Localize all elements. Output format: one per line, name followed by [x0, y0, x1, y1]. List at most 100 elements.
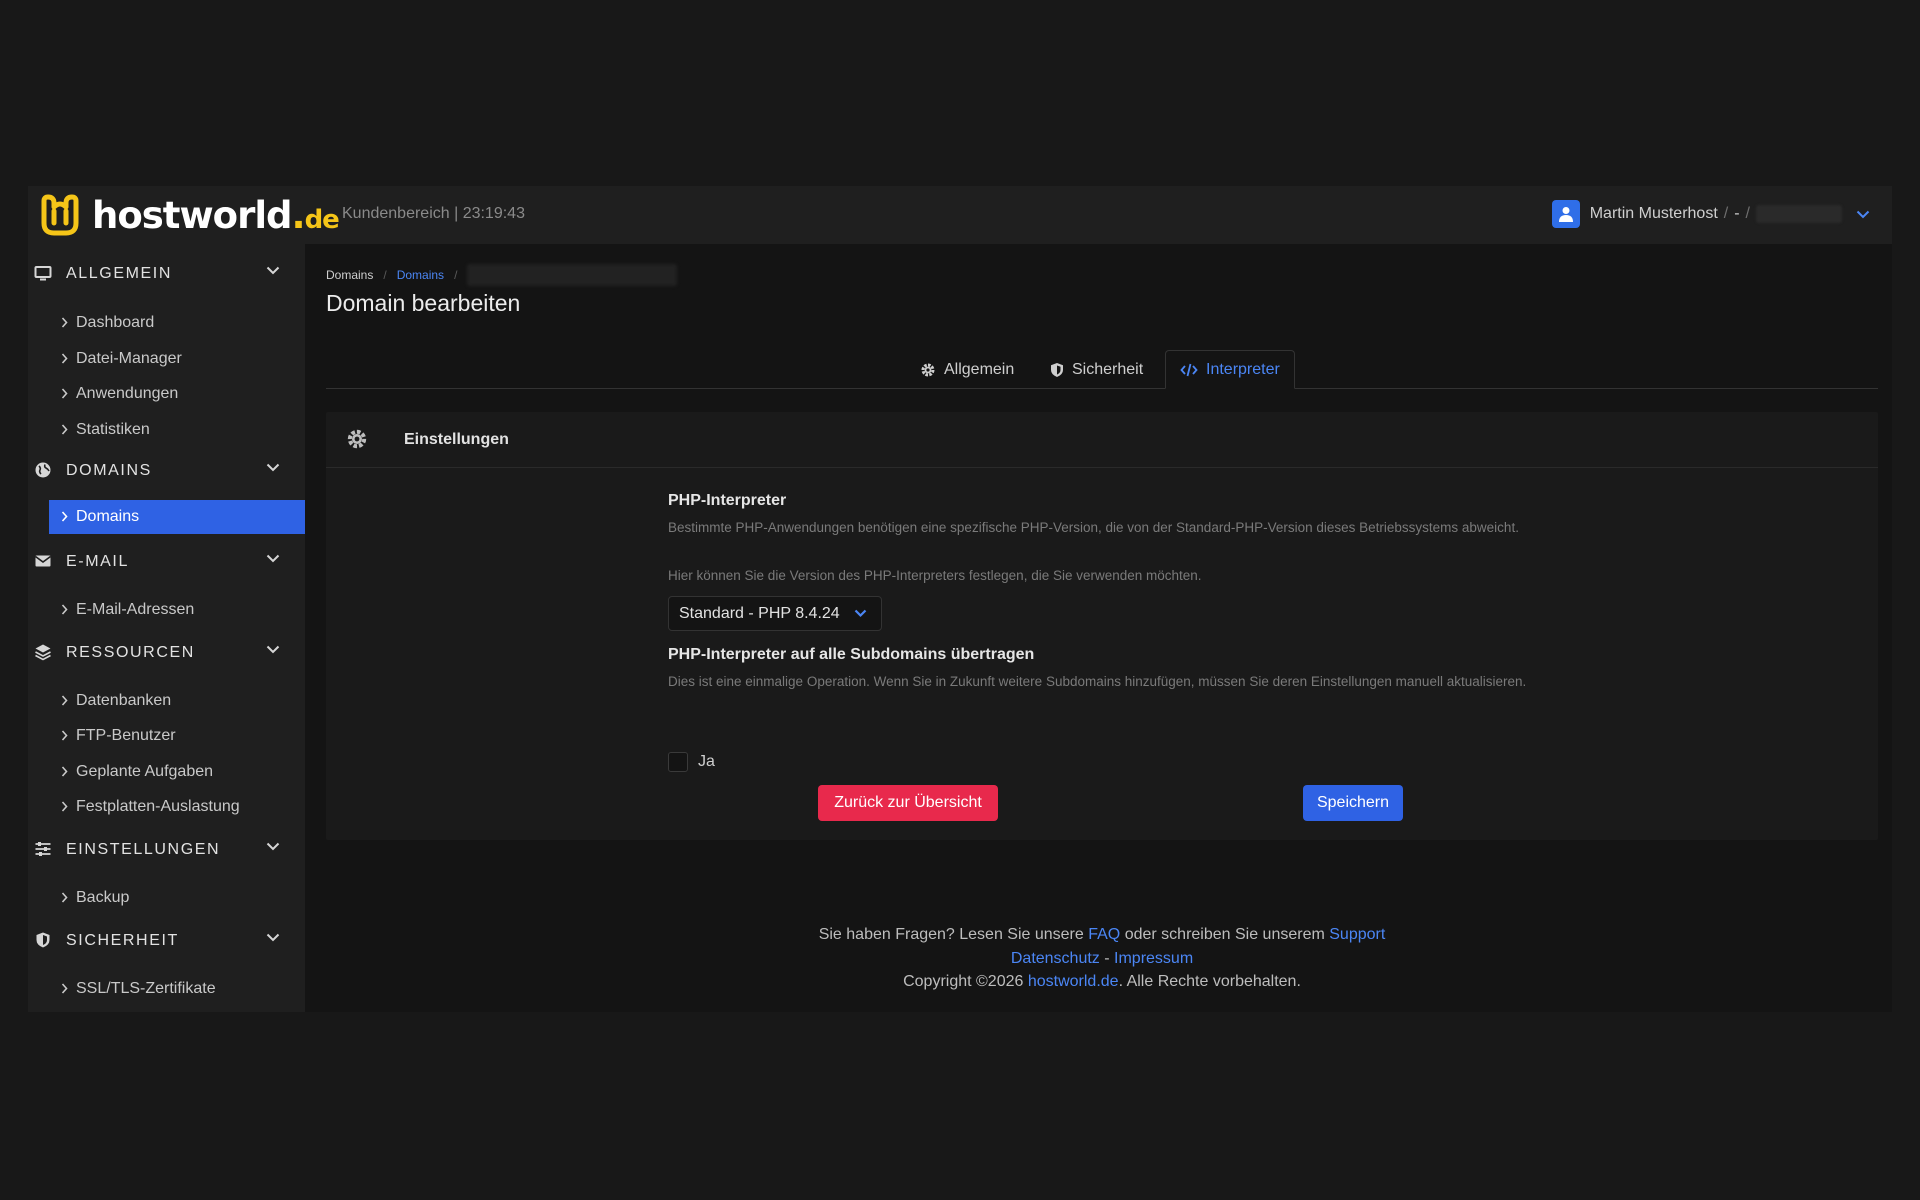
chevron-down-icon[interactable]: [1856, 210, 1870, 219]
php-interpreter-label: PHP-Interpreter: [668, 492, 787, 509]
back-to-overview-button[interactable]: Zurück zur Übersicht: [818, 785, 998, 821]
sidebar-section-allgemein[interactable]: ALLGEMEIN: [28, 254, 305, 292]
privacy-link[interactable]: Datenschutz: [1011, 950, 1100, 967]
php-version-select[interactable]: Standard - PHP 8.4.24: [668, 596, 882, 631]
php-interpreter-help-2: Hier können Sie die Version des PHP-Inte…: [668, 568, 1202, 583]
redacted-domain-name: [467, 264, 678, 286]
sidebar-item-backup[interactable]: Backup: [49, 881, 305, 915]
imprint-link[interactable]: Impressum: [1114, 950, 1193, 967]
sidebar-item-label: Backup: [76, 889, 130, 906]
footer-legal-line: Datenschutz - Impressum: [326, 950, 1878, 968]
sidebar-item-label: Festplatten-Auslastung: [76, 798, 240, 815]
chevron-down-icon: [266, 554, 280, 563]
support-link[interactable]: Support: [1329, 926, 1385, 943]
app-window: hostworld.de Kundenbereich | 23:19:43 Ma…: [28, 186, 1892, 1012]
php-version-value: Standard - PHP 8.4.24: [679, 604, 840, 622]
chevron-down-icon: [266, 842, 280, 851]
sliders-icon: [35, 842, 51, 856]
globe-icon: [35, 462, 51, 478]
user-separator-2: /: [1745, 205, 1750, 222]
chevron-down-icon: [854, 609, 867, 618]
sidebar-item-label: Anwendungen: [76, 385, 179, 402]
card-title: Einstellungen: [404, 431, 509, 448]
subdomains-help: Dies ist eine einmalige Operation. Wenn …: [668, 674, 1527, 689]
user-avatar: [1551, 200, 1580, 228]
breadcrumb: Domains / Domains /: [326, 264, 678, 286]
chevron-down-icon: [266, 933, 280, 942]
chevron-right-icon: [61, 695, 68, 706]
sidebar-section-einstellungen[interactable]: EINSTELLUNGEN: [28, 830, 305, 868]
page-title: Domain bearbeiten: [326, 290, 521, 316]
chevron-right-icon: [61, 766, 68, 777]
subdomains-checkbox[interactable]: [668, 752, 688, 772]
sidebar-item-dashboard[interactable]: Dashboard: [49, 306, 305, 340]
sidebar-section-ressourcen[interactable]: RESSOURCEN: [28, 633, 305, 671]
subdomains-checkbox-label[interactable]: Ja: [698, 753, 715, 771]
gear-icon: [347, 429, 367, 449]
breadcrumb-separator: /: [383, 268, 387, 282]
sidebar-item-anwendungen[interactable]: Anwendungen: [49, 377, 305, 411]
settings-card: Einstellungen PHP-Interpreter Bestimmte …: [326, 412, 1878, 840]
shield-icon: [1051, 362, 1063, 377]
tab-label: Allgemein: [944, 360, 1015, 378]
sidebar-section-label: SICHERHEIT: [66, 932, 179, 949]
footer-copyright: Copyright ©2026 hostworld.de. Alle Recht…: [326, 973, 1878, 991]
php-interpreter-help: Bestimmte PHP-Anwendungen benötigen eine…: [668, 520, 1519, 535]
sidebar-section-label: ALLGEMEIN: [66, 265, 172, 282]
chevron-right-icon: [61, 983, 68, 994]
faq-link[interactable]: FAQ: [1088, 926, 1120, 943]
footer-text: Copyright ©2026: [903, 973, 1028, 990]
chevron-right-icon: [61, 388, 68, 399]
card-header: Einstellungen: [326, 412, 1878, 468]
shield-icon: [36, 932, 50, 948]
envelope-icon: [35, 555, 51, 567]
sidebar: ALLGEMEIN Dashboard Datei-Manager Anwend…: [28, 244, 305, 1012]
sidebar-section-email[interactable]: E-MAIL: [28, 542, 305, 580]
chevron-down-icon: [266, 463, 280, 472]
sidebar-section-label: RESSOURCEN: [66, 644, 195, 661]
user-menu[interactable]: Martin Musterhost / - /: [1551, 199, 1870, 229]
breadcrumb-root[interactable]: Domains: [326, 268, 373, 282]
subdomains-label: PHP-Interpreter auf alle Subdomains über…: [668, 646, 1035, 663]
logo[interactable]: hostworld.de: [38, 192, 340, 238]
chevron-right-icon: [61, 730, 68, 741]
hostworld-link[interactable]: hostworld.de: [1028, 973, 1119, 990]
chevron-down-icon: [266, 266, 280, 275]
sidebar-item-email-adressen[interactable]: E-Mail-Adressen: [49, 593, 305, 627]
sidebar-section-label: EINSTELLUNGEN: [66, 841, 221, 858]
sidebar-item-label: Geplante Aufgaben: [76, 763, 214, 780]
footer-text: oder schreiben Sie unserem: [1120, 926, 1330, 943]
sidebar-item-ssl-tls-zertifikate[interactable]: SSL/TLS-Zertifikate: [49, 972, 305, 1006]
sidebar-section-domains[interactable]: DOMAINS: [28, 451, 305, 489]
sidebar-section-sicherheit[interactable]: SICHERHEIT: [28, 921, 305, 959]
sidebar-item-domains[interactable]: Domains: [49, 500, 305, 534]
code-icon: [1180, 363, 1198, 376]
footer-text: . Alle Rechte vorbehalten.: [1118, 973, 1301, 990]
tab-sicherheit[interactable]: Sicherheit: [1050, 350, 1143, 389]
sidebar-item-festplatten-auslastung[interactable]: Festplatten-Auslastung: [49, 790, 305, 824]
chevron-right-icon: [61, 353, 68, 364]
sidebar-item-label: Datenbanken: [76, 692, 172, 709]
tab-allgemein[interactable]: Allgemein: [920, 350, 1014, 389]
chevron-right-icon: [61, 317, 68, 328]
sidebar-item-label: FTP-Benutzer: [76, 727, 176, 744]
chevron-right-icon: [61, 511, 68, 522]
sidebar-item-datenbanken[interactable]: Datenbanken: [49, 684, 305, 718]
tab-interpreter[interactable]: Interpreter: [1165, 350, 1295, 389]
layers-icon: [35, 644, 51, 661]
sidebar-item-statistiken[interactable]: Statistiken: [49, 413, 305, 447]
header-subtitle: Kundenbereich | 23:19:43: [342, 205, 525, 222]
sidebar-item-datei-manager[interactable]: Datei-Manager: [49, 342, 305, 376]
user-icon: [1558, 207, 1573, 222]
chevron-down-icon: [266, 645, 280, 654]
top-bar: hostworld.de Kundenbereich | 23:19:43 Ma…: [28, 186, 1892, 244]
sidebar-item-label: E-Mail-Adressen: [76, 601, 195, 618]
sidebar-item-geplante-aufgaben[interactable]: Geplante Aufgaben: [49, 755, 305, 789]
logo-mark-icon: [41, 194, 79, 236]
save-button[interactable]: Speichern: [1303, 785, 1403, 821]
sidebar-item-label: Datei-Manager: [76, 350, 182, 367]
breadcrumb-domains-link[interactable]: Domains: [397, 268, 444, 282]
chevron-right-icon: [61, 604, 68, 615]
sidebar-item-ftp-benutzer[interactable]: FTP-Benutzer: [49, 719, 305, 753]
tab-label: Sicherheit: [1072, 360, 1144, 378]
